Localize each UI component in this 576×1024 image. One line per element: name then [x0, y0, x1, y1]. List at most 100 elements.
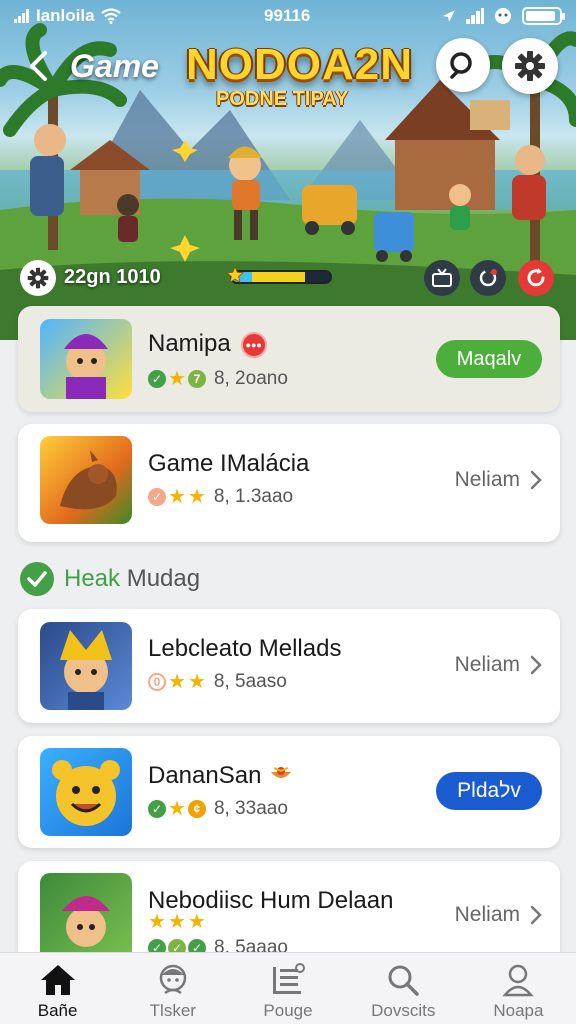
character-icon — [159, 964, 187, 995]
status-bar: Ianloila 99116 — [0, 0, 576, 32]
game-thumbnail — [40, 873, 132, 952]
star-icon: ★ — [187, 911, 206, 933]
star-icon: ★ — [148, 911, 166, 933]
game-stat: 8, 2oano — [213, 368, 288, 389]
notification-icon — [495, 8, 511, 24]
game-card[interactable]: DananSan ✓ ★ ¢ 8, 33aao Pldaלv — [18, 736, 560, 848]
wifi-icon — [100, 8, 121, 24]
game-title: NODOA2N — [186, 40, 414, 89]
signal-icon — [14, 9, 29, 23]
star-icon — [226, 266, 244, 284]
game-meta: ✓ ✓ ✓ 8, 5aaao — [148, 937, 288, 952]
game-action-link[interactable]: Neliam — [455, 653, 542, 677]
search-icon — [388, 965, 419, 996]
star-icon: ★ — [187, 671, 206, 693]
refresh-icon — [527, 268, 545, 287]
home-icon — [40, 965, 75, 995]
game-action-link[interactable]: Neliam — [455, 903, 542, 927]
section-title: Heak Mudag — [64, 565, 200, 593]
game-action-link[interactable]: Neliam — [455, 468, 542, 492]
nav-item-character[interactable]: Tlsker — [115, 953, 230, 1024]
game-action-button[interactable]: Maqalv — [436, 340, 542, 378]
star-icon: ★ — [167, 911, 186, 933]
game-stat: 8, 5aaso — [213, 671, 287, 692]
game-meta: ✓ ★ ¢ 8, 33aao — [148, 798, 288, 820]
list-icon — [273, 963, 305, 994]
star-icon: ★ — [168, 486, 186, 508]
game-subtitle: PODNE TIPAY — [216, 88, 349, 110]
check-circle-icon — [20, 562, 54, 596]
gear-icon — [515, 51, 545, 81]
signal-bars-icon — [466, 8, 484, 24]
hero-settings-chip[interactable] — [20, 260, 56, 296]
profile-icon — [502, 964, 535, 997]
game-action-label: Neliam — [454, 468, 520, 491]
level-icon: 7 — [187, 370, 206, 388]
game-meta: 0 ★ ★ 8, 5aaso — [148, 671, 287, 693]
location-icon — [443, 10, 455, 22]
nav-label: Noapa — [493, 1001, 544, 1020]
search-button[interactable] — [436, 38, 490, 92]
rating-icon: 0 — [148, 673, 166, 691]
nav-item-list[interactable]: Pouge — [230, 953, 345, 1024]
coin-icon: ¢ — [187, 800, 206, 818]
section-header: Heak Mudag — [20, 562, 200, 596]
back-button[interactable] — [20, 46, 56, 86]
progress-yellow-segment — [251, 272, 306, 282]
check-icon: ✓ — [148, 370, 166, 388]
star-icon: ★ — [168, 368, 186, 390]
search-icon — [450, 52, 472, 79]
nav-label: Tlsker — [149, 1001, 196, 1020]
gift-icon — [271, 767, 292, 778]
game-title: Lebcleato Mellads — [148, 635, 342, 662]
section-title-rest: Mudag — [120, 565, 201, 592]
game-card[interactable]: Nebodiisc Hum Delaan ★ ★ ★ ✓ ✓ ✓ 8, 5aaa… — [18, 861, 560, 952]
game-thumbnail — [40, 622, 132, 710]
carrier-name: Ianloila — [36, 6, 95, 25]
chevron-right-icon — [530, 655, 542, 675]
status-time: 99116 — [264, 6, 311, 25]
star-icon: ★ — [168, 671, 186, 693]
level-progress-bar — [230, 270, 332, 284]
check-icon: ✓ — [188, 939, 206, 952]
game-action-label: Neliam — [454, 903, 520, 926]
star-icon: ★ — [168, 798, 186, 820]
game-card[interactable]: Lebcleato Mellads 0 ★ ★ 8, 5aaso Neliam — [18, 609, 560, 723]
nav-label: Dovscits — [371, 1001, 436, 1020]
record-button[interactable] — [518, 260, 554, 296]
game-rating: ★ ★ ★ — [148, 911, 206, 933]
nav-item-home[interactable]: Bañe — [0, 953, 115, 1024]
game-card[interactable]: Game IMalácia ✓ ★ ★ 8, 1.3aao Neliam — [18, 424, 560, 542]
settings-button[interactable] — [502, 38, 558, 94]
score-text: 22gn 1010 — [64, 266, 161, 288]
game-stat: 8, 33aao — [213, 798, 288, 819]
nav-item-profile[interactable]: Noapa — [461, 953, 576, 1024]
check-icon: ✓ — [148, 800, 166, 818]
game-thumbnail — [40, 436, 132, 524]
game-action-button[interactable]: Pldaלv — [436, 772, 542, 810]
game-meta: ✓ ★ 7 8, 2oano — [148, 368, 288, 390]
nav-item-discover[interactable]: Dovscits — [346, 953, 461, 1024]
game-title: Game IMalácia — [148, 450, 310, 477]
star-icon: ★ — [187, 486, 206, 508]
game-card[interactable]: Namipa ●●● ✓ ★ 7 8, 2oano Maqalv — [18, 306, 560, 412]
hero-banner[interactable]: Game NODOA2N PODNE TIPAY 22gn 1010 — [0, 0, 576, 340]
nav-label: Bañe — [37, 1001, 78, 1020]
live-badge: ●●● — [240, 331, 267, 358]
tv-button[interactable] — [424, 260, 460, 296]
game-stat: 8, 1.3aao — [213, 486, 294, 507]
nav-label: Pouge — [263, 1001, 313, 1020]
hero-label: Game — [70, 48, 159, 84]
level-icon: ✓ — [168, 939, 186, 952]
replay-button[interactable] — [470, 260, 506, 296]
chevron-right-icon — [530, 905, 542, 925]
bottom-nav: Bañe Tlsker Pouge Dovscits Noapa — [0, 952, 576, 1024]
game-stat: 8, 5aaao — [214, 937, 288, 952]
chevron-right-icon — [530, 470, 542, 490]
tv-icon — [432, 268, 452, 287]
game-meta: ✓ ★ ★ 8, 1.3aao — [148, 486, 293, 508]
game-thumbnail — [40, 748, 132, 836]
game-thumbnail — [40, 319, 132, 399]
chevron-left-icon — [30, 51, 47, 81]
loop-icon — [479, 269, 497, 287]
